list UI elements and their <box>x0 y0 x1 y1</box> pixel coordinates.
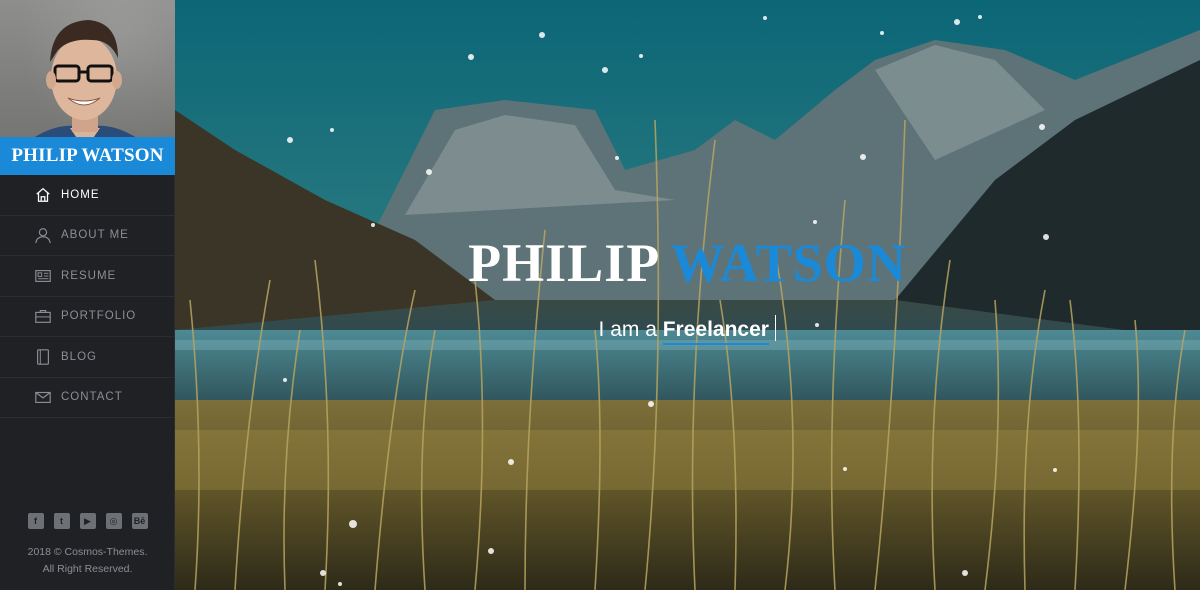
tagline-prefix: I am a <box>598 318 657 341</box>
typing-caret <box>774 315 777 341</box>
nav-label: RESUME <box>61 269 117 282</box>
hero-title: PHILIP WATSON <box>175 232 1200 294</box>
home-icon <box>33 185 53 205</box>
hero-background <box>175 0 1200 590</box>
nav-item-blog[interactable]: BLOG <box>0 337 174 378</box>
dribbble-icon[interactable]: ◎ <box>105 513 122 529</box>
nav-item-resume[interactable]: RESUME <box>0 256 174 297</box>
youtube-icon[interactable]: ▶ <box>79 513 96 529</box>
nav-label: CONTACT <box>61 391 123 404</box>
hero-last-name: WATSON <box>670 233 907 293</box>
social-links: f t ▶ ◎ Bē <box>0 513 175 529</box>
main-nav: HOME ABOUT ME RESUME PORTFOLIO BLOG CONT… <box>0 175 174 418</box>
nav-item-about[interactable]: ABOUT ME <box>0 216 174 256</box>
hero-section: PHILIP WATSON I am a Freelancer <box>175 0 1200 590</box>
facebook-icon[interactable]: f <box>27 513 44 529</box>
book-icon <box>33 347 53 367</box>
copyright: 2018 © Cosmos-Themes. All Right Reserved… <box>0 544 175 578</box>
hero-tagline: I am a Freelancer <box>175 315 1200 345</box>
nav-item-portfolio[interactable]: PORTFOLIO <box>0 297 174 337</box>
nav-label: ABOUT ME <box>61 229 129 242</box>
nav-label: HOME <box>61 188 100 201</box>
nav-label: BLOG <box>61 350 97 363</box>
resume-icon <box>33 266 53 286</box>
profile-name: PHILIP WATSON <box>0 137 175 175</box>
nav-label: PORTFOLIO <box>61 310 137 323</box>
hero-first-name: PHILIP <box>468 233 658 293</box>
copyright-line: 2018 © Cosmos-Themes. <box>27 546 148 558</box>
nav-item-contact[interactable]: CONTACT <box>0 378 174 418</box>
mail-icon <box>33 387 53 407</box>
briefcase-icon <box>33 306 53 326</box>
profile-card: PHILIP WATSON <box>0 0 175 175</box>
behance-icon[interactable]: Bē <box>131 513 148 529</box>
tagline-role: Freelancer <box>662 318 769 345</box>
sidebar: PHILIP WATSON HOME ABOUT ME RESUME PORTF… <box>0 0 175 590</box>
twitter-icon[interactable]: t <box>53 513 70 529</box>
rights-line: All Right Reserved. <box>42 563 133 575</box>
user-icon <box>33 225 53 245</box>
nav-item-home[interactable]: HOME <box>0 175 174 216</box>
